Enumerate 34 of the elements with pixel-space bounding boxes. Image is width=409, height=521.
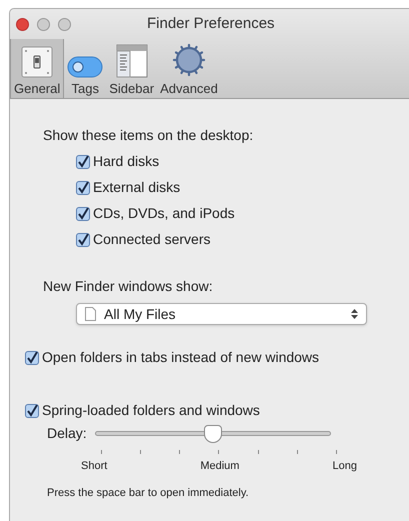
slider-label: Delay:	[47, 424, 87, 443]
checkbox[interactable]	[25, 404, 39, 418]
checkbox-label: CDs, DVDs, and iPods	[93, 204, 235, 223]
checkbox-label: Connected servers	[93, 230, 211, 249]
checkbox[interactable]	[76, 180, 90, 194]
window-title: Finder Preferences	[147, 14, 275, 34]
slider-thumb[interactable]	[204, 425, 222, 443]
checkbox[interactable]	[76, 206, 90, 220]
popup-value: All My Files	[104, 304, 177, 324]
checkbox[interactable]	[25, 350, 39, 364]
document-icon	[85, 307, 96, 321]
tag-pill-icon	[67, 56, 104, 78]
sidebar-window-icon	[116, 44, 148, 78]
checkbox-label: Spring-loaded folders and windows	[42, 401, 260, 420]
field-label: New Finder windows show:	[43, 277, 214, 296]
hint-text: Press the space bar to open immediately.	[46, 486, 250, 500]
popup-button[interactable]: All My Files	[76, 303, 367, 325]
gear-icon	[170, 42, 207, 78]
toolbar-tab[interactable]: Tags	[64, 39, 106, 98]
section-heading: Show these items on the desktop:	[43, 126, 254, 145]
tick-label: Short	[81, 459, 108, 474]
up-down-arrows-icon	[351, 309, 358, 319]
toggle-switch-icon	[21, 46, 54, 78]
tick-label: Long	[332, 459, 357, 474]
toolbar-tab[interactable]: Sidebar	[106, 39, 158, 98]
close-button[interactable]	[16, 18, 29, 30]
checkbox[interactable]	[76, 232, 90, 246]
checkbox-label: External disks	[93, 178, 180, 197]
tick-label: Medium	[200, 459, 240, 474]
checkbox-label: Open folders in tabs instead of new windows	[42, 348, 320, 367]
toolbar-tab[interactable]: General	[10, 39, 64, 98]
checkbox-label: Hard disks	[93, 152, 160, 171]
checkbox[interactable]	[76, 154, 90, 168]
toolbar-tab[interactable]: Advanced	[157, 39, 221, 98]
